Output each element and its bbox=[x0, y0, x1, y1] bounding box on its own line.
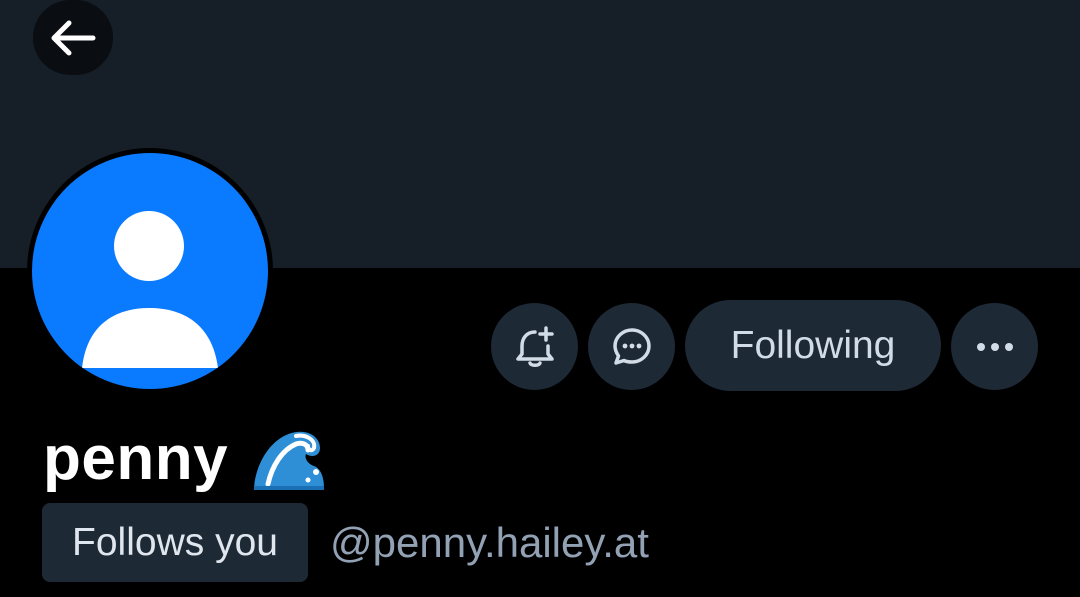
user-handle: @penny.hailey.at bbox=[330, 503, 649, 582]
more-options-button[interactable] bbox=[951, 303, 1038, 390]
bell-plus-icon bbox=[515, 325, 554, 367]
back-button[interactable] bbox=[33, 0, 113, 75]
ellipsis-icon bbox=[976, 342, 1013, 351]
arrow-left-icon bbox=[51, 20, 96, 55]
message-button[interactable] bbox=[588, 303, 675, 390]
avatar[interactable] bbox=[32, 153, 268, 389]
profile-page: Following penny Follows you @penny.haile… bbox=[0, 0, 1080, 597]
follows-you-label: Follows you bbox=[72, 520, 278, 564]
notify-button[interactable] bbox=[491, 303, 578, 390]
name-row: penny bbox=[43, 418, 328, 498]
chat-bubble-icon bbox=[612, 327, 651, 365]
water-wave-emoji bbox=[254, 431, 325, 490]
follows-you-badge: Follows you bbox=[42, 503, 308, 582]
following-button[interactable]: Following bbox=[685, 300, 941, 391]
handle-text: @penny.hailey.at bbox=[330, 518, 649, 566]
following-label: Following bbox=[730, 323, 896, 367]
default-user-avatar-icon bbox=[82, 211, 218, 368]
display-name: penny bbox=[43, 423, 229, 493]
